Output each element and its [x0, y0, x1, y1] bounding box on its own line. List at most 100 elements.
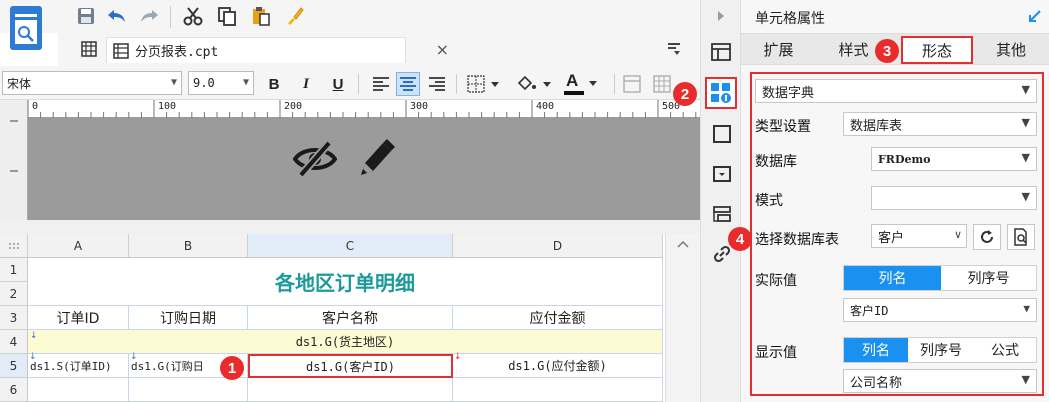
actual-column-index-option[interactable]: 列序号 [941, 266, 1036, 290]
row-header-6[interactable]: 6 [0, 378, 28, 402]
collapse-panel-icon[interactable] [713, 8, 729, 24]
chevron-down-icon: ▼ [1021, 83, 1030, 96]
actual-column-name-option[interactable]: 列名 [844, 266, 941, 290]
header-cell[interactable]: 客户名称 [248, 306, 453, 330]
expand-arrow-icon: ↓ [30, 331, 38, 341]
bold-button[interactable]: B [264, 74, 284, 94]
empty-cell[interactable] [28, 378, 129, 402]
copy-icon[interactable] [216, 5, 238, 27]
redo-icon[interactable] [138, 6, 160, 26]
horizontal-ruler: 0 100 200 300 400 500 [28, 100, 700, 118]
actual-value-label: 实际值 [755, 273, 797, 289]
column-header-a[interactable]: A [28, 234, 129, 258]
save-icon[interactable] [76, 6, 96, 26]
display-column-index-option[interactable]: 列序号 [908, 338, 974, 362]
grid-view-icon[interactable] [80, 40, 98, 58]
cut-icon[interactable] [182, 5, 204, 27]
chevron-down-icon: ▼ [242, 77, 249, 88]
step-badge-3: 3 [875, 39, 899, 63]
widget-frame-icon[interactable] [710, 122, 734, 146]
type-setting-value: 数据库表 [850, 118, 903, 134]
row-header-1[interactable]: 1 [0, 258, 28, 282]
display-column-select[interactable]: 公司名称 ▼ [843, 369, 1037, 393]
chevron-down-icon: ▼ [1023, 302, 1030, 315]
font-family-select[interactable]: 宋体 ▼ [2, 71, 182, 95]
tab-expand[interactable]: 扩展 [741, 34, 816, 65]
group-cell[interactable]: ds1.G(货主地区) [28, 330, 663, 354]
database-label: 数据库 [755, 154, 797, 170]
preview-table-icon[interactable] [1007, 224, 1035, 250]
refresh-icon[interactable] [973, 224, 1001, 250]
format-brush-icon[interactable] [284, 5, 306, 27]
display-column-name-option[interactable]: 列名 [844, 338, 908, 362]
align-center-icon[interactable] [396, 72, 420, 96]
vertical-scrollbar[interactable] [665, 234, 700, 402]
chevron-down-icon: ▼ [1021, 373, 1030, 386]
tab-close-icon[interactable]: × [436, 40, 449, 59]
display-value-toggle: 列名 列序号 公式 [843, 337, 1037, 363]
header-cell[interactable]: 应付金额 [453, 306, 663, 330]
actual-value-toggle: 列名 列序号 [843, 265, 1037, 291]
row-header-3[interactable]: 3 [0, 306, 28, 330]
dropdown-widget-icon[interactable] [710, 162, 734, 186]
header-cell[interactable]: 订购日期 [129, 306, 248, 330]
align-left-icon[interactable] [370, 74, 392, 94]
actual-column-value: 客户ID [850, 303, 889, 318]
page-header-area[interactable] [28, 118, 700, 220]
header-cell[interactable]: 订单ID [28, 306, 129, 330]
tab-report[interactable]: 分页报表.cpt × [106, 37, 449, 63]
main-toolbar [0, 0, 700, 33]
underline-button[interactable]: U [328, 74, 348, 94]
tab-menu-icon[interactable] [666, 41, 682, 57]
data-cell[interactable]: ds1.S(订单ID) [28, 354, 129, 378]
step-badge-1: 1 [220, 356, 244, 380]
database-value: FRDemo [878, 152, 931, 166]
display-formula-option[interactable]: 公式 [974, 338, 1036, 362]
form-type-value: 数据字典 [762, 85, 815, 101]
undo-icon[interactable] [106, 6, 128, 26]
font-color-button[interactable]: A [564, 71, 604, 96]
align-right-icon[interactable] [426, 74, 448, 94]
report-file-icon [113, 42, 129, 59]
paste-icon[interactable] [250, 5, 272, 27]
row-header-4[interactable]: 4 [0, 330, 28, 354]
column-header-c[interactable]: C [248, 234, 453, 258]
report-title-cell[interactable]: 各地区订单明细 [28, 258, 663, 306]
schema-select[interactable]: ▼ [871, 186, 1037, 210]
border-icon[interactable] [466, 74, 502, 94]
type-setting-label: 类型设置 [755, 119, 811, 135]
display-column-value: 公司名称 [850, 375, 903, 391]
merge-cells-icon[interactable] [622, 74, 642, 94]
row-header-2[interactable]: 2 [0, 282, 28, 306]
ruler-mark: 300 [410, 101, 429, 112]
empty-cell[interactable] [248, 378, 453, 402]
type-setting-select[interactable]: 数据库表 ▼ [843, 112, 1037, 136]
eye-hidden-icon[interactable] [292, 138, 338, 180]
display-value-label: 显示值 [755, 345, 797, 361]
data-cell[interactable]: ds1.G(应付金额) [453, 354, 663, 378]
font-size-select[interactable]: 9.0 ▼ [188, 71, 254, 95]
cell-attribute-icon[interactable] [705, 77, 737, 109]
form-type-select[interactable]: 数据字典 ▼ [755, 79, 1037, 103]
database-select[interactable]: FRDemo ▼ [871, 147, 1037, 171]
table-select[interactable]: 客户 ∨ [871, 224, 967, 248]
collapse-arrow-icon[interactable] [1027, 8, 1043, 24]
tab-other[interactable]: 其他 [973, 34, 1049, 65]
actual-column-select[interactable]: 客户ID ▼ [843, 298, 1037, 322]
empty-cell[interactable] [129, 378, 248, 402]
column-header-d[interactable]: D [453, 234, 663, 258]
condition-attribute-icon[interactable] [710, 202, 734, 226]
italic-button[interactable]: I [296, 74, 316, 94]
split-cells-icon[interactable] [652, 74, 672, 94]
empty-cell[interactable] [453, 378, 663, 402]
ruler-mark: 100 [158, 101, 177, 112]
row-header-5[interactable]: 5 [0, 354, 28, 378]
column-header-b[interactable]: B [129, 234, 248, 258]
selected-data-cell[interactable]: ds1.G(客户ID) [248, 354, 453, 378]
tab-label: 分页报表.cpt [135, 45, 219, 60]
grid-corner[interactable] [0, 234, 28, 258]
edit-pencil-icon[interactable] [356, 136, 396, 180]
template-attribute-icon[interactable] [709, 40, 733, 64]
tab-widget-form[interactable]: 形态 [901, 36, 973, 64]
fill-color-icon[interactable] [514, 73, 554, 95]
